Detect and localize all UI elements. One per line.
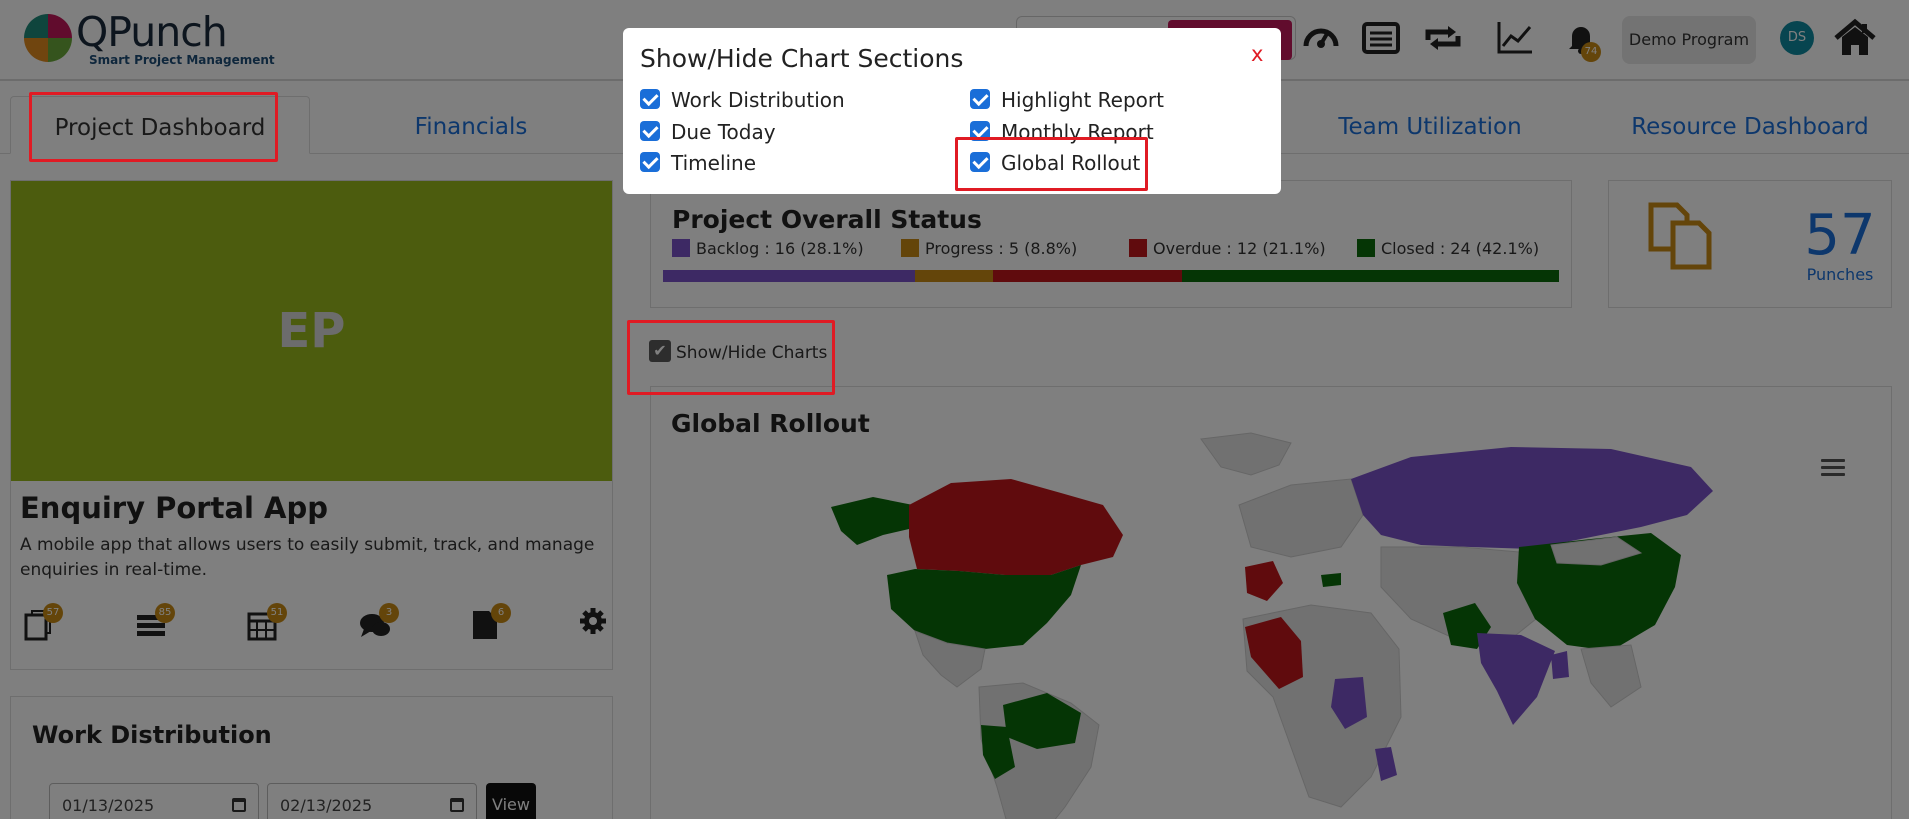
checkbox-timeline[interactable] bbox=[640, 152, 660, 172]
modal-title: Show/Hide Chart Sections bbox=[640, 44, 964, 73]
option-highlight-report[interactable]: Highlight Report bbox=[1001, 88, 1164, 112]
checkbox-highlight-report[interactable] bbox=[970, 89, 990, 109]
checkbox-work-distribution[interactable] bbox=[640, 89, 660, 109]
highlight-box-global-rollout-option bbox=[955, 137, 1148, 191]
highlight-box-project-dashboard-tab bbox=[29, 92, 278, 162]
show-hide-chart-sections-modal: Show/Hide Chart Sections x Work Distribu… bbox=[623, 28, 1281, 194]
option-timeline[interactable]: Timeline bbox=[671, 151, 756, 175]
option-due-today[interactable]: Due Today bbox=[671, 120, 776, 144]
option-work-distribution[interactable]: Work Distribution bbox=[671, 88, 845, 112]
checkbox-due-today[interactable] bbox=[640, 121, 660, 141]
close-button[interactable]: x bbox=[1251, 42, 1263, 66]
highlight-box-show-hide-charts bbox=[627, 320, 835, 395]
